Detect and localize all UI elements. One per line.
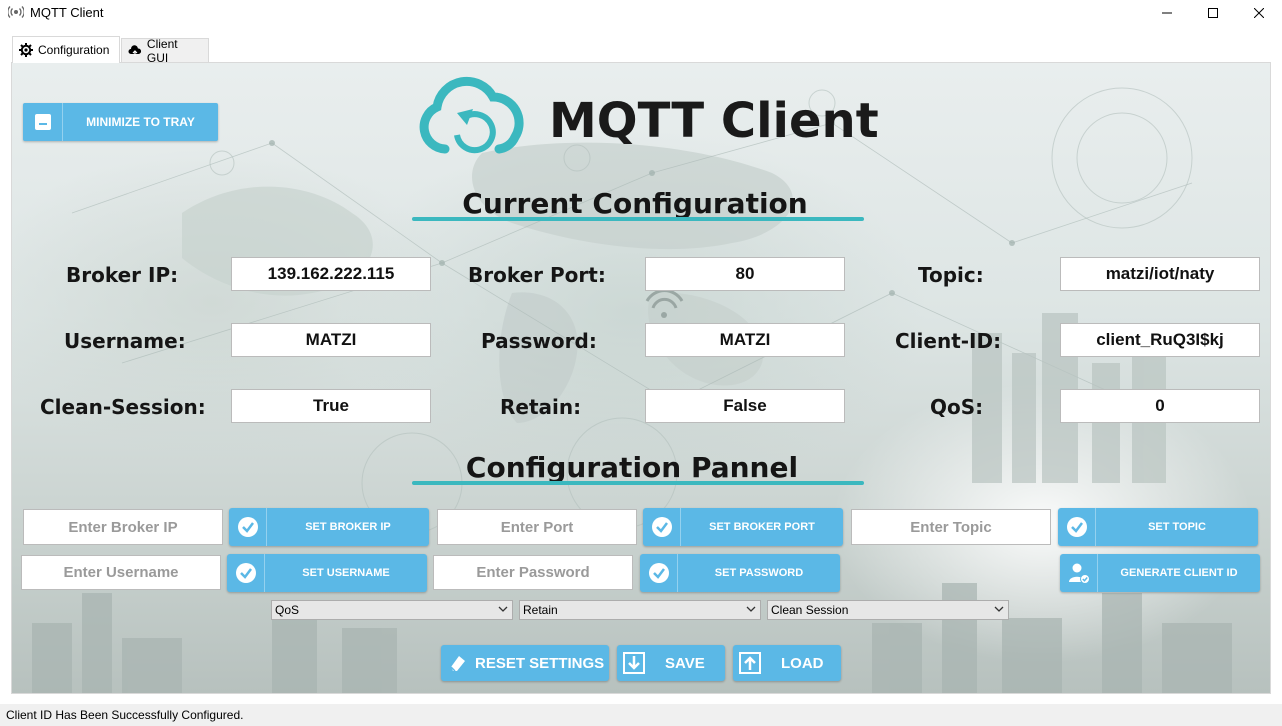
- username-label: Username:: [64, 329, 186, 353]
- check-circle-icon: [1066, 517, 1087, 537]
- minimize-to-tray-button[interactable]: MINIMIZE TO TRAY: [23, 103, 218, 141]
- chevron-down-icon: [994, 606, 1004, 612]
- clean-session-select[interactable]: Clean Session: [767, 600, 1009, 620]
- client-id-value: client_RuQ3I$kj: [1060, 323, 1260, 357]
- reset-settings-button[interactable]: RESET SETTINGS: [441, 645, 609, 681]
- check-circle-icon: [651, 517, 672, 537]
- set-username-label: SET USERNAME: [302, 567, 390, 579]
- set-topic-button[interactable]: SET TOPIC: [1058, 508, 1258, 546]
- current-configuration-title: Current Configuration: [462, 187, 808, 220]
- save-label: SAVE: [665, 654, 705, 672]
- close-icon: [1254, 8, 1264, 18]
- minimize-icon: [1162, 12, 1172, 14]
- title-bar: MQTT Client: [0, 0, 1282, 26]
- qos-select[interactable]: QoS: [271, 600, 513, 620]
- tab-configuration[interactable]: Configuration: [12, 36, 120, 63]
- qos-value: 0: [1060, 389, 1260, 423]
- upload-icon: [739, 652, 761, 674]
- cloud-icon: [128, 44, 142, 56]
- qos-select-value: QoS: [275, 603, 300, 617]
- maximize-icon: [1208, 8, 1218, 18]
- set-broker-port-button[interactable]: SET BROKER PORT: [643, 508, 843, 546]
- broker-ip-input[interactable]: [23, 509, 223, 545]
- check-circle-icon: [237, 517, 258, 537]
- broker-port-label: Broker Port:: [468, 263, 606, 287]
- topic-value: matzi/iot/naty: [1060, 257, 1260, 291]
- close-window-button[interactable]: [1236, 0, 1282, 26]
- user-check-icon: [1068, 563, 1090, 584]
- set-broker-ip-button[interactable]: SET BROKER IP: [229, 508, 429, 546]
- gear-icon: [19, 43, 33, 57]
- status-bar: Client ID Has Been Successfully Configur…: [0, 704, 1282, 726]
- tab-strip: Configuration Client GUI: [0, 26, 1282, 65]
- password-value: MATZI: [645, 323, 845, 357]
- current-configuration-underline: [412, 217, 864, 221]
- client-id-label: Client-ID:: [895, 329, 1002, 353]
- maximize-window-button[interactable]: [1190, 0, 1236, 26]
- logo-title: MQTT Client: [549, 93, 879, 149]
- password-label: Password:: [481, 329, 597, 353]
- generate-client-id-button[interactable]: GENERATE CLIENT ID: [1060, 554, 1260, 592]
- configuration-panel-title: Configuration Pannel: [465, 451, 799, 484]
- clean-session-value: True: [231, 389, 431, 423]
- download-icon: [623, 652, 645, 674]
- tab-client-gui-label: Client GUI: [146, 36, 178, 65]
- clean-session-label: Clean-Session:: [40, 395, 206, 419]
- retain-value: False: [645, 389, 845, 423]
- broker-ip-value: 139.162.222.115: [231, 257, 431, 291]
- chevron-down-icon: [498, 606, 508, 612]
- retain-label: Retain:: [500, 395, 582, 419]
- eraser-icon: [450, 656, 465, 672]
- load-button[interactable]: LOAD: [733, 645, 841, 681]
- save-button[interactable]: SAVE: [617, 645, 725, 681]
- password-input[interactable]: [433, 555, 633, 590]
- load-label: LOAD: [781, 654, 824, 672]
- broadcast-icon: [8, 6, 24, 18]
- configuration-panel: MINIMIZE TO TRAY MQTT Client Current Con…: [11, 62, 1271, 694]
- set-password-label: SET PASSWORD: [714, 567, 804, 579]
- check-circle-icon: [235, 563, 256, 583]
- minus-icon: [34, 114, 51, 130]
- set-broker-ip-label: SET BROKER IP: [305, 521, 391, 533]
- topic-input[interactable]: [851, 509, 1051, 545]
- clean-session-select-value: Clean Session: [771, 603, 849, 617]
- broker-port-value: 80: [645, 257, 845, 291]
- set-password-button[interactable]: SET PASSWORD: [640, 554, 840, 592]
- username-value: MATZI: [231, 323, 431, 357]
- broker-ip-label: Broker IP:: [66, 263, 179, 287]
- topic-label: Topic:: [918, 263, 984, 287]
- set-topic-label: SET TOPIC: [1148, 521, 1206, 533]
- chevron-down-icon: [746, 606, 756, 612]
- minimize-window-button[interactable]: [1144, 0, 1190, 26]
- set-broker-port-label: SET BROKER PORT: [709, 521, 815, 533]
- tab-client-gui[interactable]: Client GUI: [121, 36, 209, 65]
- reset-settings-label: RESET SETTINGS: [475, 654, 605, 672]
- minimize-to-tray-label: MINIMIZE TO TRAY: [86, 115, 195, 129]
- retain-select-value: Retain: [523, 603, 558, 617]
- tab-configuration-label: Configuration: [38, 43, 110, 57]
- retain-select[interactable]: Retain: [519, 600, 761, 620]
- status-message: Client ID Has Been Successfully Configur…: [6, 708, 244, 722]
- cloud-sync-icon: [419, 76, 524, 154]
- check-circle-icon: [648, 563, 669, 583]
- port-input[interactable]: [437, 509, 637, 545]
- configuration-panel-underline: [412, 481, 864, 485]
- qos-label: QoS:: [930, 395, 984, 419]
- window-title: MQTT Client: [30, 5, 104, 20]
- generate-client-id-label: GENERATE CLIENT ID: [1120, 567, 1238, 579]
- set-username-button[interactable]: SET USERNAME: [227, 554, 427, 592]
- username-input[interactable]: [21, 555, 221, 590]
